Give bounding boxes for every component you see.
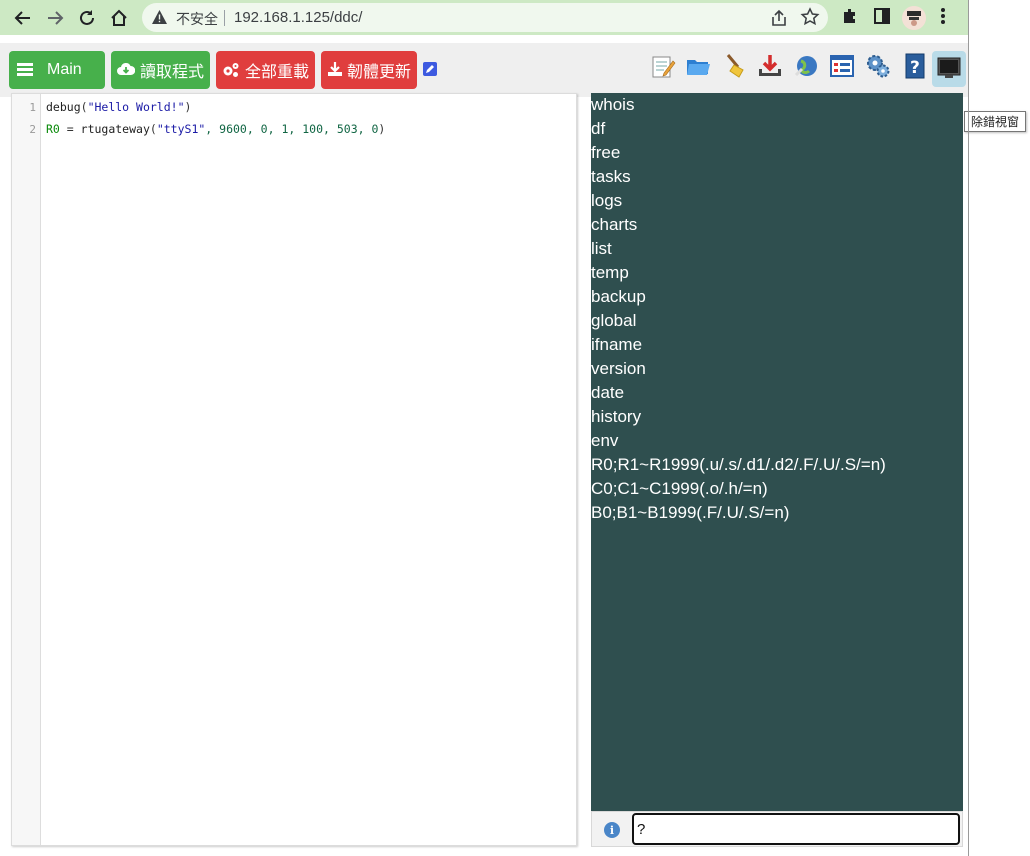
console-line: tasks [591, 167, 631, 186]
line-number: 1 [29, 101, 36, 114]
info-icon[interactable]: i [604, 822, 620, 838]
bookmark-star-icon[interactable] [800, 7, 820, 32]
code-editor[interactable]: 1 2 debug("Hello World!") R0 = rtugatewa… [11, 93, 577, 846]
code-line[interactable]: R0 = rtugateway("ttyS1", 9600, 0, 1, 100… [46, 122, 385, 136]
insecure-label: 不安全 [176, 12, 218, 28]
monitor-icon [937, 57, 961, 84]
console-line: df [591, 119, 606, 138]
console-line: logs [591, 191, 623, 210]
debug-window-button[interactable] [932, 51, 966, 87]
share-icon[interactable] [770, 9, 788, 32]
read-program-label: 讀取程式 [140, 64, 205, 81]
window-edge [968, 0, 969, 856]
console-line: B0;B1~B1999(.F/.U/.S/=n) [591, 503, 790, 522]
console-line: list [591, 239, 612, 258]
console-line: env [591, 431, 619, 450]
console-line: history [591, 407, 642, 426]
list-icon [17, 63, 33, 82]
help-icon[interactable]: ? [902, 53, 928, 79]
console-line: R0;R1~R1999(.u/.s/.d1/.d2/.F/.U/.S/=n) [591, 455, 886, 474]
reload-icon[interactable] [74, 5, 100, 31]
console-output: whois df free tasks logs charts list temp backup… [591, 93, 886, 525]
cloud-download-icon [117, 62, 136, 81]
code-line[interactable]: debug("Hello World!") [46, 100, 191, 114]
svg-text:?: ? [910, 58, 920, 78]
download-icon[interactable] [757, 53, 783, 79]
console-line: backup [591, 287, 646, 306]
home-icon[interactable] [106, 5, 132, 31]
profile-avatar-icon[interactable] [902, 6, 926, 30]
download-tray-icon [327, 61, 343, 82]
more-menu-icon[interactable] [940, 6, 946, 31]
address-bar[interactable]: 不安全 192.168.1.125/ddc/ [142, 3, 828, 32]
network-globe-icon[interactable] [793, 53, 819, 79]
console-line: whois [591, 95, 635, 114]
url-separator [224, 10, 225, 26]
cogs-icon [222, 62, 240, 83]
console-line: C0;C1~C1999(.o/.h/=n) [591, 479, 768, 498]
line-number-gutter: 1 2 [12, 94, 41, 845]
console-line: temp [591, 263, 629, 282]
read-program-button[interactable]: 讀取程式 [111, 51, 210, 89]
folder-open-icon[interactable] [685, 53, 711, 79]
debug-console: whois df free tasks logs charts list temp backup… [591, 93, 963, 811]
edit-notes-icon[interactable] [650, 53, 676, 79]
side-panel-icon[interactable] [872, 6, 892, 31]
main-label: Main [47, 61, 82, 78]
gears-icon[interactable] [865, 53, 891, 79]
console-line: global [591, 311, 637, 330]
browser-toolbar: 不安全 192.168.1.125/ddc/ [0, 0, 968, 35]
console-line: free [591, 143, 621, 162]
page-content: Main 讀取程式 全部重載 韌體更新 ? 1 2 debug("Hello W… [0, 35, 1026, 856]
pencil-edit-icon[interactable] [423, 62, 437, 76]
line-number: 2 [29, 123, 36, 136]
reload-all-label: 全部重載 [245, 64, 310, 81]
console-input-bar: i [591, 811, 963, 847]
back-arrow-icon[interactable] [10, 5, 36, 31]
firmware-update-button[interactable]: 韌體更新 [321, 51, 417, 89]
list-window-icon[interactable] [829, 53, 855, 79]
firmware-update-label: 韌體更新 [347, 64, 412, 81]
url-text[interactable]: 192.168.1.125/ddc/ [234, 9, 362, 26]
reload-all-button[interactable]: 全部重載 [216, 51, 315, 89]
main-button[interactable]: Main [9, 51, 105, 89]
tooltip: 除錯視窗 [964, 111, 1026, 132]
warning-icon[interactable] [152, 10, 167, 29]
forward-arrow-icon[interactable] [42, 5, 68, 31]
console-command-input[interactable] [632, 813, 960, 845]
broom-icon[interactable] [722, 53, 748, 79]
extensions-icon[interactable] [840, 6, 860, 31]
console-line: version [591, 359, 646, 378]
console-line: charts [591, 215, 638, 234]
console-line: ifname [591, 335, 643, 354]
console-line: date [591, 383, 625, 402]
